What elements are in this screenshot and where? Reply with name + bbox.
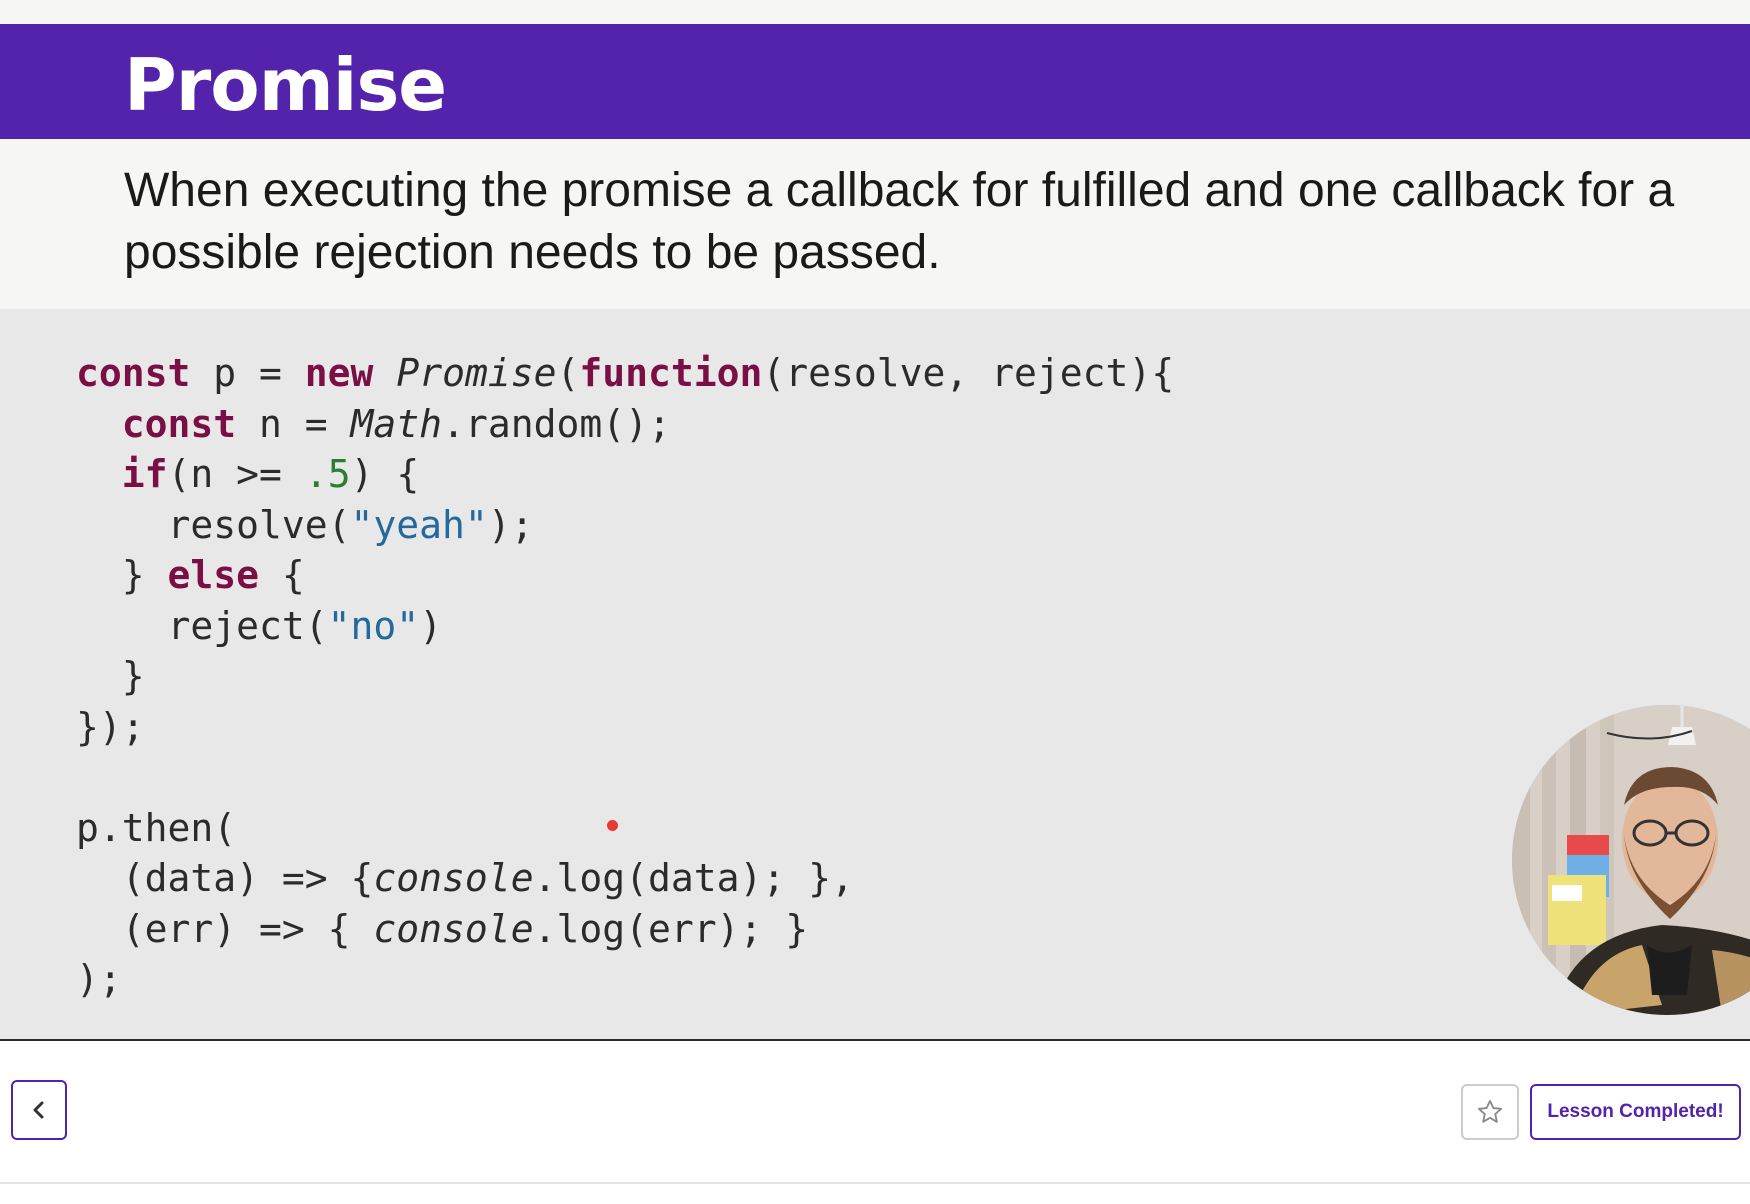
code-text: .random(); xyxy=(442,401,671,446)
code-text: p.then( xyxy=(76,805,237,850)
code-line: const n = Math.random(); xyxy=(76,399,1174,450)
code-text: p = xyxy=(190,351,305,395)
code-keyword: new xyxy=(304,351,374,395)
code-line: reject("no") xyxy=(76,601,1174,652)
code-line: p.then( xyxy=(76,803,1174,854)
previous-lesson-button[interactable] xyxy=(11,1080,67,1140)
code-class-name: Math xyxy=(350,401,443,446)
favorite-button[interactable] xyxy=(1461,1084,1519,1140)
code-number: .5 xyxy=(304,452,351,496)
code-text: { xyxy=(259,553,305,597)
code-text: ); xyxy=(76,957,122,1001)
code-text: ( xyxy=(556,351,580,395)
code-text: ) xyxy=(419,603,443,648)
code-text: }); xyxy=(76,704,145,749)
laser-pointer-dot xyxy=(607,820,618,831)
code-class-name: Promise xyxy=(396,351,557,395)
code-keyword: const xyxy=(121,401,237,446)
code-class-name: console xyxy=(373,856,534,900)
code-text: (err) => { xyxy=(76,906,374,951)
code-line: if(n >= .5) { xyxy=(76,449,1174,500)
top-strip xyxy=(0,0,1750,24)
code-line: (data) => {console.log(data); }, xyxy=(76,853,1174,904)
code-text: (n >= xyxy=(167,452,305,496)
code-keyword: const xyxy=(76,351,191,395)
code-text: ); xyxy=(487,502,534,547)
lesson-page: Promise When executing the promise a cal… xyxy=(0,0,1750,1204)
code-line: }); xyxy=(76,702,1174,753)
code-text: .log(err); } xyxy=(533,906,809,951)
code-text: (resolve, reject){ xyxy=(762,351,1175,395)
slide-description: When executing the promise a callback fo… xyxy=(124,164,1675,279)
code-text: reject( xyxy=(76,603,328,648)
code-line: } else { xyxy=(76,550,1174,601)
lesson-completed-button[interactable]: Lesson Completed! xyxy=(1530,1084,1741,1140)
star-outline-icon xyxy=(1477,1099,1503,1123)
code-text: } xyxy=(76,553,168,597)
code-keyword: else xyxy=(167,553,260,597)
code-keyword: function xyxy=(579,351,763,395)
code-text: resolve( xyxy=(76,502,351,547)
code-keyword: if xyxy=(121,452,168,496)
code-line: resolve("yeah"); xyxy=(76,500,1174,551)
slide-title: Promise xyxy=(124,43,447,127)
code-string: "no" xyxy=(327,603,420,648)
code-line: const p = new Promise(function(resolve, … xyxy=(76,348,1174,399)
chevron-left-icon xyxy=(33,1101,44,1119)
code-line: } xyxy=(76,651,1174,702)
footer-bottom-border xyxy=(0,1182,1750,1184)
code-line-empty xyxy=(76,752,1174,803)
code-block: const p = new Promise(function(resolve, … xyxy=(76,348,1174,1005)
code-text: n = xyxy=(236,401,351,446)
code-text: (data) => { xyxy=(76,856,374,900)
code-line: (err) => { console.log(err); } xyxy=(76,904,1174,955)
code-line: ); xyxy=(76,954,1174,1005)
code-string: "yeah" xyxy=(350,502,488,547)
code-class-name: console xyxy=(373,906,534,951)
code-text: ) { xyxy=(350,452,420,496)
code-text: .log(data); }, xyxy=(533,856,854,900)
code-text: } xyxy=(76,654,145,698)
